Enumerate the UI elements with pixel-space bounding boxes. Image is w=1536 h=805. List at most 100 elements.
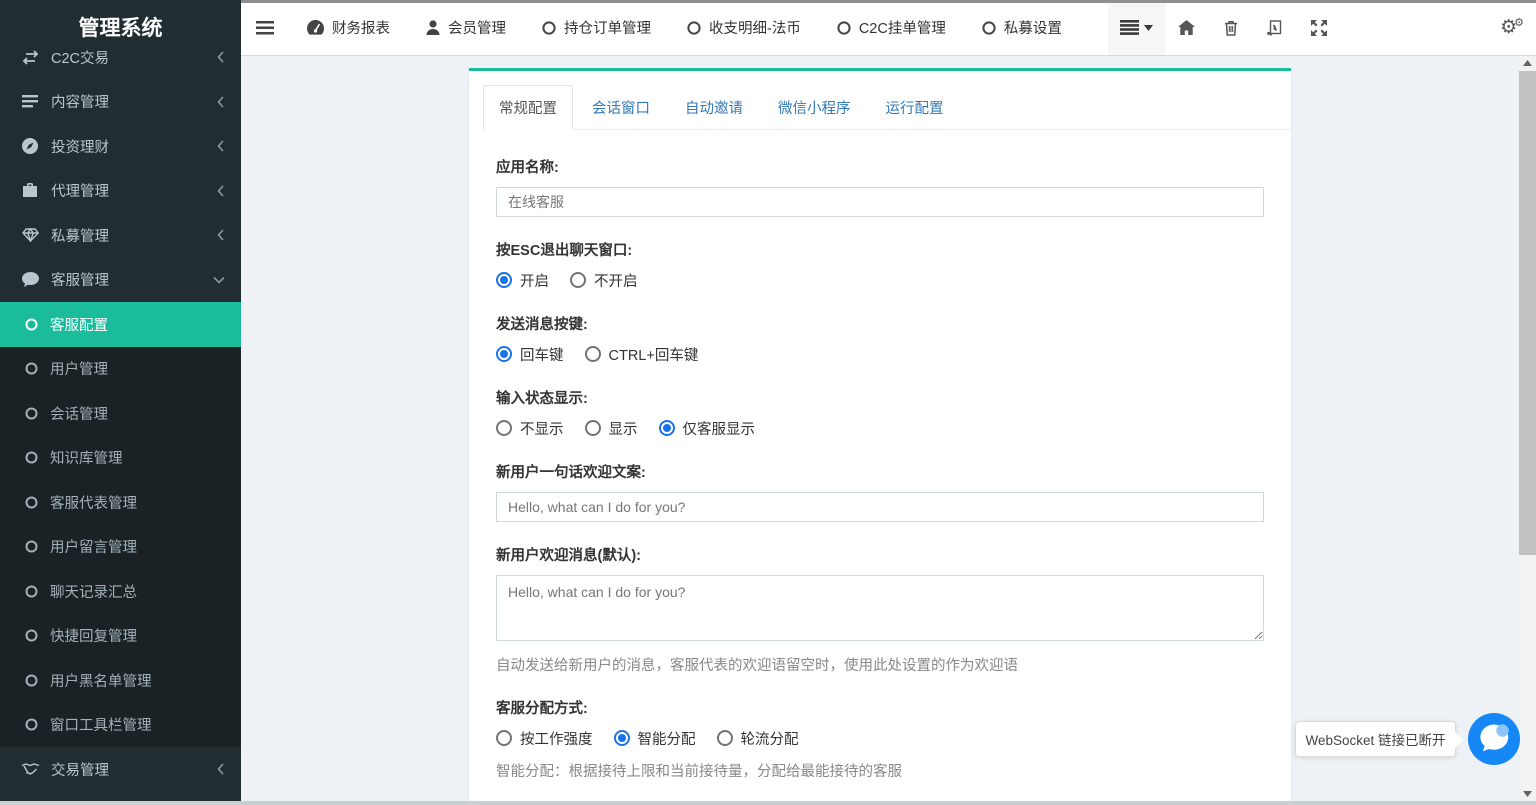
nav-finance-report[interactable]: 财务报表 (307, 17, 390, 38)
app-name-input[interactable] (496, 187, 1264, 217)
content-lines-icon (20, 95, 40, 109)
chevron-left-icon (217, 140, 225, 152)
sidebar-item-label: 用户留言管理 (50, 536, 137, 557)
sidebar-item-c2c-trade[interactable]: C2C交易 (0, 48, 241, 80)
radio-icon[interactable] (496, 420, 512, 436)
sidebar-item-user-message-mgmt[interactable]: 用户留言管理 (0, 525, 241, 570)
circle-icon (25, 674, 38, 687)
sidebar-item-trade-mgmt[interactable]: 交易管理 (0, 747, 241, 792)
chat-widget-button[interactable] (1468, 713, 1520, 765)
sidebar-toggle-icon[interactable] (256, 21, 274, 35)
radio-option-enter[interactable]: 回车键 (496, 344, 564, 365)
sidebar-item-label: 会话管理 (50, 403, 108, 424)
sidebar-item-quick-reply[interactable]: 快捷回复管理 (0, 614, 241, 659)
nav-item-label: 收支明细-法币 (709, 17, 801, 38)
welcome-line-input[interactable] (496, 492, 1264, 522)
field-esc-exit: 按ESC退出聊天窗口: 开启 不开启 (496, 239, 1264, 290)
radio-icon[interactable] (570, 272, 586, 288)
radio-option-show[interactable]: 显示 (585, 418, 638, 439)
radio-option-agent-only[interactable]: 仅客服显示 (659, 418, 756, 439)
websocket-toast: WebSocket 链接已断开 (1295, 721, 1456, 757)
radio-option-round-robin[interactable]: 轮流分配 (717, 728, 799, 749)
sidebar-item-label: 私募管理 (51, 225, 109, 246)
trash-button[interactable] (1209, 0, 1253, 55)
radio-option-ctrl-enter[interactable]: CTRL+回车键 (585, 344, 699, 365)
home-icon (1178, 20, 1195, 35)
radio-group-typing-display: 不显示 显示 仅客服显示 (496, 418, 1264, 438)
sidebar-item-label: 投资理财 (51, 136, 109, 157)
radio-icon[interactable] (496, 272, 512, 288)
circle-icon (25, 585, 38, 598)
sidebar-item-knowledge-mgmt[interactable]: 知识库管理 (0, 436, 241, 481)
radio-option-smart[interactable]: 智能分配 (614, 728, 696, 749)
user-icon (426, 20, 440, 35)
tab-wechat-miniprogram[interactable]: 微信小程序 (762, 85, 867, 130)
sidebar-item-service-mgmt[interactable]: 客服管理 (0, 258, 241, 303)
tab-general-config[interactable]: 常规配置 (483, 85, 573, 130)
radio-option-label: 仅客服显示 (683, 418, 756, 439)
settings-gears-icon[interactable]: ⚙⚙ (1500, 18, 1524, 37)
sidebar-item-agent-mgmt[interactable]: 代理管理 (0, 169, 241, 214)
scroll-up-icon[interactable] (1519, 56, 1536, 70)
radio-option-label: 轮流分配 (741, 728, 799, 749)
fullscreen-button[interactable] (1297, 0, 1341, 55)
field-label: 发送消息按键: (496, 313, 1264, 334)
sidebar-submenu: 客服配置 用户管理 会话管理 知识库管理 客服代表管理 (0, 302, 241, 747)
nav-position-orders[interactable]: 持仓订单管理 (542, 17, 651, 38)
radio-option-hide[interactable]: 不显示 (496, 418, 564, 439)
sidebar-item-label: 交易管理 (51, 759, 109, 780)
nav-item-label: 私募设置 (1004, 17, 1062, 38)
radio-icon[interactable] (614, 730, 630, 746)
radio-option-label: 回车键 (520, 344, 564, 365)
radio-icon[interactable] (717, 730, 733, 746)
sidebar-item-agent-rep-mgmt[interactable]: 客服代表管理 (0, 480, 241, 525)
field-assign-mode: 客服分配方式: 按工作强度 智能分配 轮流分配 智能分配：根据接待 (496, 697, 1264, 781)
home-button[interactable] (1165, 0, 1209, 55)
sidebar-item-private-fund[interactable]: 私募管理 (0, 213, 241, 258)
scrollbar-thumb[interactable] (1519, 71, 1536, 555)
nav-member-mgmt[interactable]: 会员管理 (426, 17, 506, 38)
scrollbar[interactable] (1519, 56, 1536, 801)
sidebar-item-label: 快捷回复管理 (50, 625, 137, 646)
radio-option-by-workload[interactable]: 按工作强度 (496, 728, 593, 749)
field-label: 按ESC退出聊天窗口: (496, 239, 1264, 260)
radio-icon[interactable] (659, 420, 675, 436)
chevron-left-icon (217, 763, 225, 775)
tab-auto-invite[interactable]: 自动邀请 (669, 85, 759, 130)
nav-c2c-orders[interactable]: C2C挂单管理 (837, 17, 946, 38)
menu-dropdown-button[interactable] (1108, 0, 1165, 55)
window-top-edge (241, 0, 1536, 3)
radio-icon[interactable] (585, 346, 601, 362)
radio-option-disable[interactable]: 不开启 (570, 270, 638, 291)
dashboard-icon (307, 20, 324, 35)
radio-option-enable[interactable]: 开启 (496, 270, 549, 291)
radio-option-label: 智能分配 (638, 728, 696, 749)
sidebar-item-toolbar-mgmt[interactable]: 窗口工具栏管理 (0, 703, 241, 748)
nav-item-label: C2C挂单管理 (859, 17, 946, 38)
sidebar-item-invest[interactable]: 投资理财 (0, 124, 241, 169)
sidebar-item-label: 代理管理 (51, 180, 109, 201)
sidebar-item-chat-log[interactable]: 聊天记录汇总 (0, 569, 241, 614)
nav-income-detail-fiat[interactable]: 收支明细-法币 (687, 17, 801, 38)
chevron-down-icon (213, 276, 225, 284)
sidebar-item-blacklist[interactable]: 用户黑名单管理 (0, 658, 241, 703)
circle-icon (837, 21, 851, 35)
tab-session-window[interactable]: 会话窗口 (576, 85, 666, 130)
sidebar-item-service-config[interactable]: 客服配置 (0, 302, 241, 347)
nav-private-fund-settings[interactable]: 私募设置 (982, 17, 1062, 38)
field-welcome-line: 新用户一句话欢迎文案: (496, 461, 1264, 522)
sidebar-item-user-mgmt[interactable]: 用户管理 (0, 347, 241, 392)
sidebar-item-session-mgmt[interactable]: 会话管理 (0, 391, 241, 436)
tab-run-config[interactable]: 运行配置 (870, 85, 960, 130)
top-navbar: 财务报表 会员管理 持仓订单管理 收支明细-法币 C2C挂单管理 (241, 0, 1536, 56)
clear-cache-button[interactable] (1253, 0, 1297, 55)
radio-option-label: 按工作强度 (520, 728, 593, 749)
welcome-msg-textarea[interactable]: Hello, what can I do for you? (496, 575, 1264, 641)
field-typing-display: 输入状态显示: 不显示 显示 仅客服显示 (496, 387, 1264, 438)
radio-icon[interactable] (585, 420, 601, 436)
sidebar-item-content-mgmt[interactable]: 内容管理 (0, 80, 241, 125)
radio-icon[interactable] (496, 730, 512, 746)
radio-icon[interactable] (496, 346, 512, 362)
scroll-down-icon[interactable] (1519, 787, 1536, 801)
comment-icon (20, 272, 40, 287)
